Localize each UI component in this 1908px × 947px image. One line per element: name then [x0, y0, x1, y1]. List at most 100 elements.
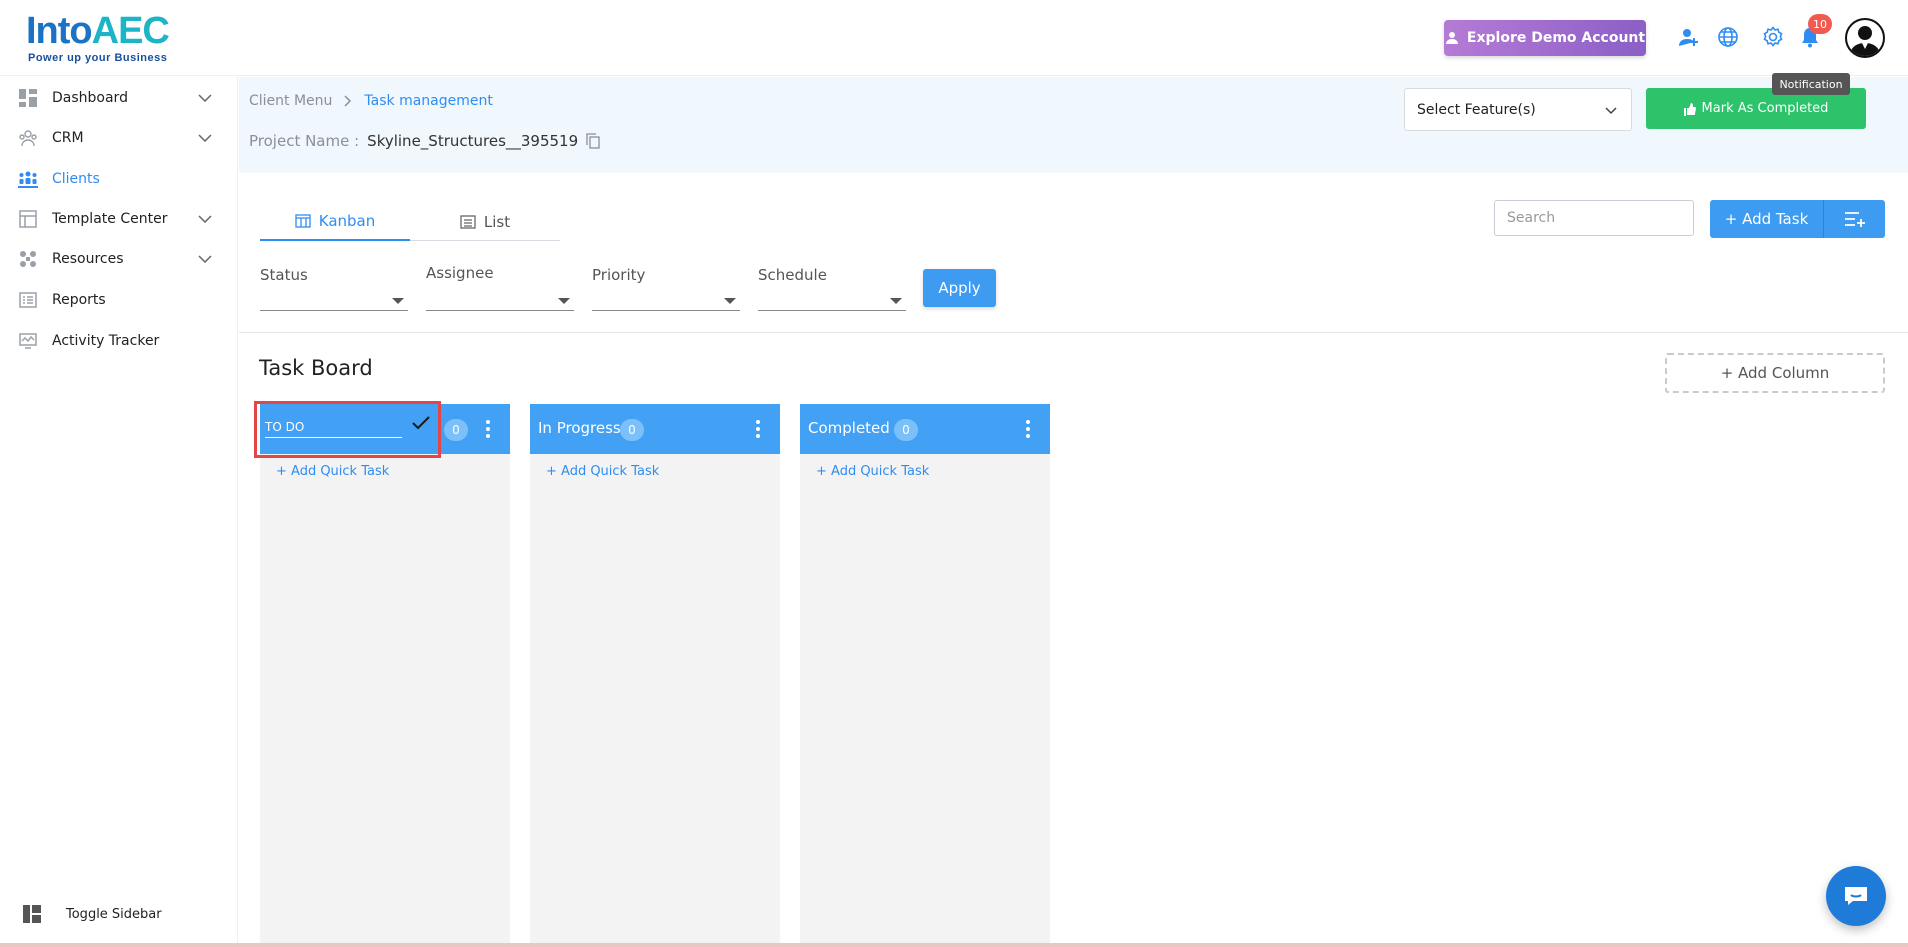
add-quick-task-link[interactable]: + Add Quick Task	[546, 464, 659, 479]
logo-wordmark: IntoAEC	[26, 10, 170, 53]
apply-filters-button[interactable]: Apply	[923, 269, 996, 307]
breadcrumb-current: Task management	[364, 93, 493, 109]
breadcrumb-parent-link[interactable]: Client Menu	[249, 93, 332, 109]
filter-underline	[426, 310, 574, 311]
column-task-count: 0	[620, 419, 644, 441]
feature-select[interactable]: Select Feature(s)	[1404, 88, 1632, 131]
project-name-value: Skyline_Structures__395519	[367, 132, 579, 150]
add-task-options-button[interactable]	[1823, 200, 1885, 238]
thumbs-up-icon	[1683, 102, 1696, 116]
search-input[interactable]: Search	[1494, 200, 1694, 236]
sidebar-item-dashboard[interactable]: Dashboard	[0, 80, 238, 116]
chat-icon	[1845, 887, 1867, 905]
dropdown-arrow-icon	[392, 298, 404, 304]
column-task-count: 0	[894, 419, 918, 441]
list-add-icon	[1844, 212, 1865, 227]
assignee-filter[interactable]: Assignee	[426, 260, 574, 311]
notification-tooltip: Notification	[1772, 73, 1850, 95]
search-placeholder: Search	[1507, 210, 1556, 226]
sidebar-item-label: Template Center	[52, 211, 168, 227]
assignee-filter-label: Assignee	[426, 264, 494, 282]
status-filter[interactable]: Status	[260, 262, 408, 312]
more-vertical-icon[interactable]	[486, 420, 490, 438]
sidebar-item-label: CRM	[52, 130, 84, 146]
sidebar-item-crm[interactable]: CRM	[0, 120, 238, 156]
brand-logo[interactable]: IntoAEC Power up your Business	[26, 6, 186, 64]
dashboard-icon	[18, 88, 38, 108]
crm-icon	[18, 128, 38, 148]
chevron-right-icon	[344, 95, 352, 107]
avatar[interactable]	[1845, 18, 1885, 58]
toggle-sidebar-button[interactable]: Toggle Sidebar	[0, 898, 238, 930]
top-header: IntoAEC Power up your Business Explore D…	[0, 0, 1908, 76]
logo-main-text: Into	[26, 10, 93, 52]
priority-filter-label: Priority	[592, 266, 646, 284]
filter-underline	[260, 310, 408, 311]
gear-icon[interactable]	[1760, 24, 1786, 50]
sidebar-item-template-center[interactable]: Template Center	[0, 201, 238, 237]
filter-underline	[758, 310, 906, 311]
status-filter-label: Status	[260, 266, 308, 284]
chevron-down-icon	[198, 130, 212, 146]
add-quick-task-link[interactable]: + Add Quick Task	[816, 464, 929, 479]
board-title: Task Board	[259, 356, 373, 380]
reports-icon	[18, 290, 38, 310]
sidebar-item-label: Clients	[52, 171, 100, 187]
layout-icon	[22, 904, 42, 924]
sidebar-item-resources[interactable]: Resources	[0, 241, 238, 277]
add-user-icon[interactable]	[1676, 24, 1702, 50]
kanban-column-todo: 0 + Add Quick Task	[260, 404, 510, 947]
dropdown-arrow-icon	[724, 298, 736, 304]
more-vertical-icon[interactable]	[1026, 420, 1030, 438]
sidebar-item-label: Dashboard	[52, 90, 128, 106]
column-title[interactable]: In Progress	[538, 419, 621, 437]
bottom-edge	[0, 943, 1908, 947]
schedule-filter[interactable]: Schedule	[758, 262, 906, 312]
dropdown-arrow-icon	[890, 298, 902, 304]
sidebar: Dashboard CRM Clients Template Center Re…	[0, 76, 238, 947]
sidebar-item-reports[interactable]: Reports	[0, 282, 238, 318]
check-icon[interactable]	[412, 416, 430, 430]
column-header: In Progress 0	[530, 404, 780, 454]
column-task-count: 0	[444, 419, 468, 441]
tab-list[interactable]: List	[410, 203, 560, 241]
breadcrumb: Client Menu Task management	[249, 93, 493, 109]
add-quick-task-link[interactable]: + Add Quick Task	[276, 464, 389, 479]
sidebar-item-label: Activity Tracker	[52, 333, 160, 349]
add-column-button[interactable]: + Add Column	[1665, 353, 1885, 393]
clients-icon	[18, 169, 38, 189]
globe-icon[interactable]	[1715, 24, 1741, 50]
column-title[interactable]: Completed	[808, 419, 890, 437]
section-divider	[239, 332, 1908, 333]
activity-icon	[18, 331, 38, 351]
logo-accent-text: AEC	[91, 10, 170, 52]
chevron-down-icon	[1605, 103, 1617, 119]
more-vertical-icon[interactable]	[756, 420, 760, 438]
add-task-button[interactable]: + Add Task	[1710, 200, 1823, 238]
sidebar-item-label: Resources	[52, 251, 124, 267]
kanban-column-completed: Completed 0 + Add Quick Task	[800, 404, 1050, 947]
sidebar-item-activity-tracker[interactable]: Activity Tracker	[0, 323, 238, 359]
toggle-sidebar-label: Toggle Sidebar	[66, 906, 162, 922]
explore-demo-button[interactable]: Explore Demo Account	[1444, 20, 1646, 56]
tab-list-label: List	[483, 212, 511, 231]
chevron-down-icon	[198, 251, 212, 267]
column-title-input[interactable]	[265, 416, 402, 438]
dropdown-arrow-icon	[558, 298, 570, 304]
sidebar-item-label: Reports	[52, 292, 106, 308]
priority-filter[interactable]: Priority	[592, 262, 740, 312]
tab-kanban[interactable]: Kanban	[260, 203, 410, 241]
chat-launcher-button[interactable]	[1826, 866, 1886, 926]
kanban-icon	[295, 214, 311, 228]
mark-as-completed-label: Mark As Completed	[1701, 101, 1829, 116]
column-header: Completed 0	[800, 404, 1050, 454]
tab-kanban-label: Kanban	[318, 212, 376, 230]
filter-underline	[592, 310, 740, 311]
list-icon	[460, 214, 476, 229]
template-icon	[18, 209, 38, 229]
user-icon	[1445, 32, 1458, 44]
notification-badge: 10	[1808, 14, 1832, 34]
kanban-column-in-progress: In Progress 0 + Add Quick Task	[530, 404, 780, 947]
copy-icon[interactable]	[586, 133, 600, 149]
sidebar-item-clients[interactable]: Clients	[0, 161, 238, 197]
